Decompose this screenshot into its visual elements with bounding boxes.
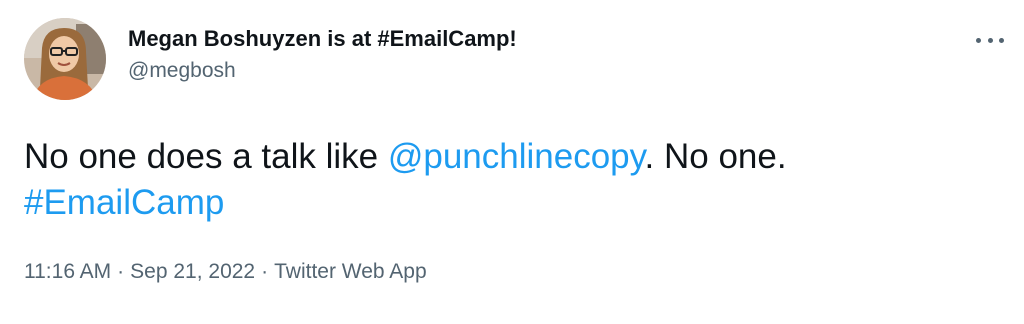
tweet-card: Megan Boshuyzen is at #EmailCamp! @megbo… [0,0,1024,324]
tweet-text: No one does a talk like @punchlinecopy. … [24,134,787,226]
profile-photo-icon [24,18,106,100]
author-names: Megan Boshuyzen is at #EmailCamp! @megbo… [128,25,517,85]
hashtag-link[interactable]: #EmailCamp [24,183,224,222]
author-handle[interactable]: @megbosh [128,57,517,85]
author-display-name[interactable]: Megan Boshuyzen is at #EmailCamp! [128,25,517,53]
tweet-header: Megan Boshuyzen is at #EmailCamp! @megbo… [24,18,517,100]
mention-link[interactable]: @punchlinecopy [388,137,645,176]
avatar[interactable] [24,18,106,100]
tweet-text-part: . No one. [644,137,787,176]
tweet-meta: 11:16 AM · Sep 21, 2022 · Twitter Web App [24,258,427,286]
meta-separator: · [261,260,269,283]
dot-icon [987,37,993,43]
tweet-date[interactable]: Sep 21, 2022 [130,260,255,283]
tweet-time[interactable]: 11:16 AM [24,260,111,283]
tweet-source[interactable]: Twitter Web App [274,260,427,283]
more-options-icon[interactable] [976,30,1004,50]
tweet-text-part: No one does a talk like [24,137,388,176]
meta-separator: · [117,260,125,283]
dot-icon [999,37,1004,43]
dot-icon [976,37,981,43]
